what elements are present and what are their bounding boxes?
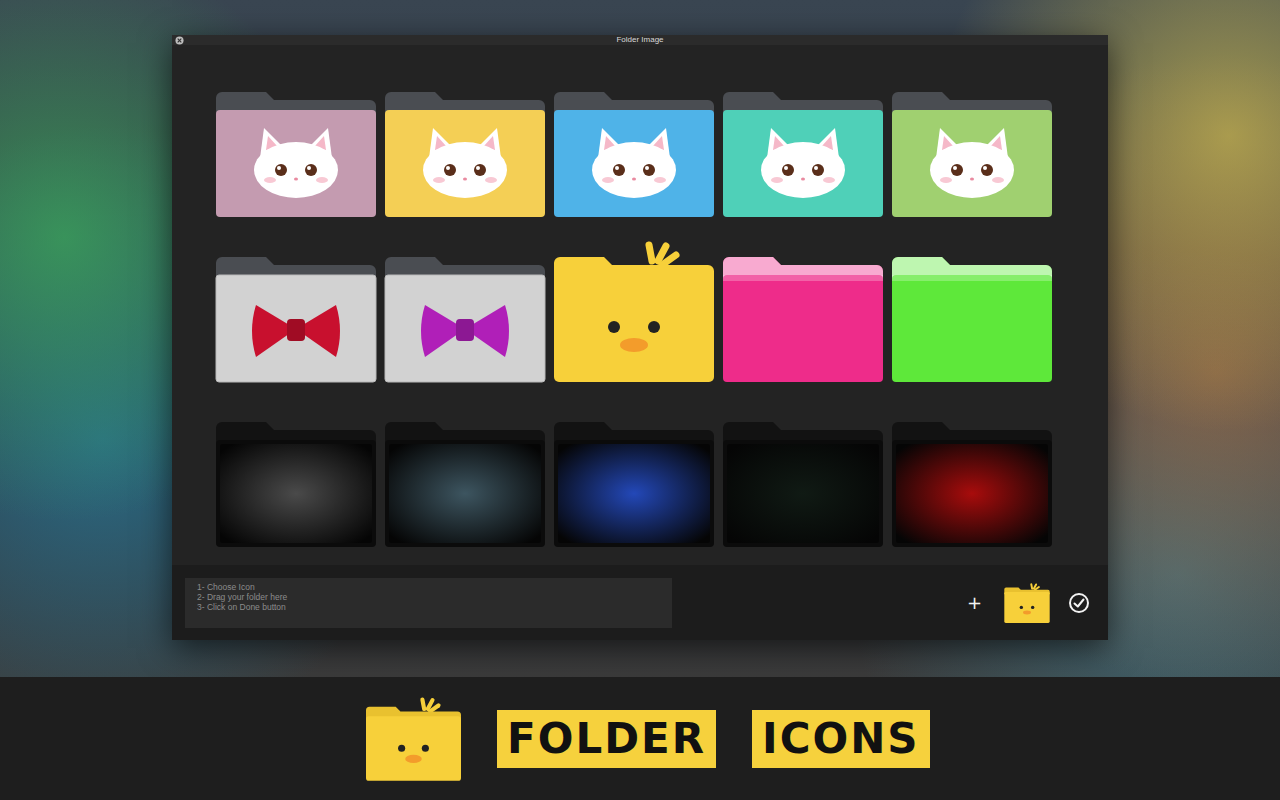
instruction-line: 3- Click on Done button: [197, 602, 660, 612]
folder-icon[interactable]: [385, 422, 545, 547]
actions: +: [963, 583, 1090, 623]
folder-icon[interactable]: [554, 422, 714, 547]
drop-target[interactable]: [1004, 583, 1050, 623]
folder-icon[interactable]: [216, 92, 376, 217]
close-icon[interactable]: [175, 36, 184, 45]
folder-icon[interactable]: [723, 422, 883, 547]
banner-word: FOLDER: [497, 710, 716, 768]
window-title: Folder Image: [616, 35, 663, 45]
folder-icon[interactable]: [385, 92, 545, 217]
folder-icon[interactable]: [723, 257, 883, 382]
folder-icon[interactable]: [554, 92, 714, 217]
folder-grid: [172, 45, 1108, 565]
folder-icon[interactable]: [723, 92, 883, 217]
page: Folder Image 1- Choose Icon2- Drag your …: [0, 0, 1280, 800]
bottom-bar: 1- Choose Icon2- Drag your folder here3-…: [172, 565, 1108, 640]
instructions-box: 1- Choose Icon2- Drag your folder here3-…: [185, 578, 672, 628]
folder-icon[interactable]: [385, 257, 545, 382]
folder-icon[interactable]: [216, 422, 376, 547]
add-button[interactable]: +: [963, 592, 986, 613]
title-bar[interactable]: Folder Image: [172, 35, 1108, 45]
folder-icon[interactable]: [892, 422, 1052, 547]
banner-word: ICONS: [752, 710, 930, 768]
app-banner: FOLDER ICONS: [0, 677, 1280, 800]
folder-image-window: Folder Image 1- Choose Icon2- Drag your …: [172, 35, 1108, 640]
folder-icon[interactable]: [892, 92, 1052, 217]
instruction-line: 1- Choose Icon: [197, 582, 660, 592]
instruction-line: 2- Drag your folder here: [197, 592, 660, 602]
folder-icon[interactable]: [892, 257, 1052, 382]
folder-icon[interactable]: [554, 257, 714, 382]
desktop-background: Folder Image 1- Choose Icon2- Drag your …: [0, 0, 1280, 677]
folder-icon[interactable]: [216, 257, 376, 382]
duck-logo-icon: [366, 697, 461, 781]
duck-folder-icon: [1004, 583, 1050, 623]
done-check-icon[interactable]: [1068, 592, 1090, 614]
